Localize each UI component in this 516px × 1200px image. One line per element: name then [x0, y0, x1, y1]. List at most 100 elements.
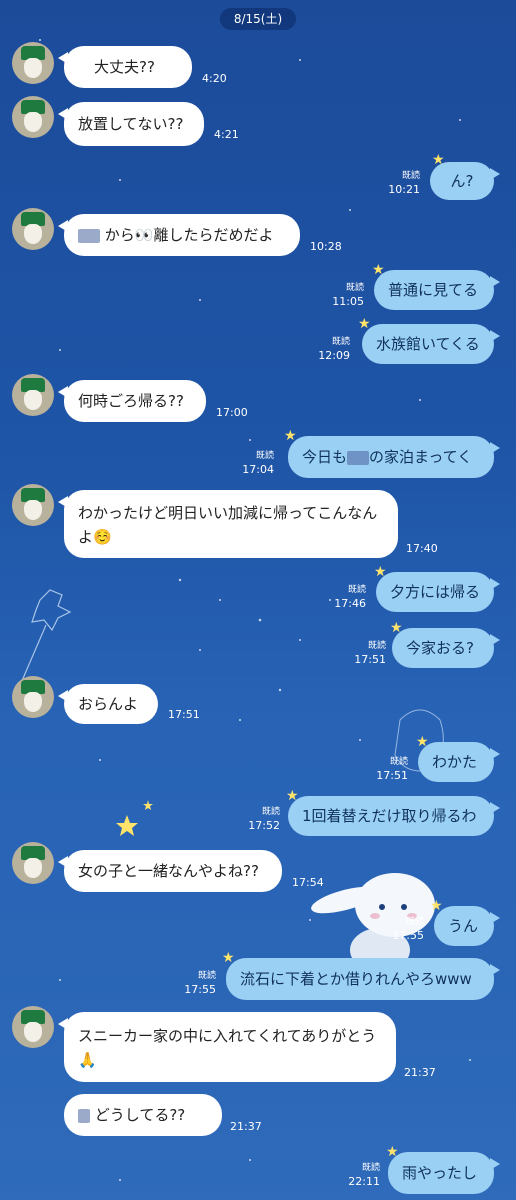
contact-avatar[interactable] — [12, 208, 54, 250]
outgoing-message[interactable]: 雨やったし — [388, 1152, 500, 1194]
message-meta: 既読 17:51 — [326, 640, 386, 666]
message-meta: 既読 17:46 — [306, 584, 366, 610]
incoming-message[interactable]: どうしてる?? — [64, 1094, 222, 1136]
message-time: 17:55 — [184, 983, 216, 996]
message-meta: 既読 17:52 — [230, 806, 280, 832]
message-text: 今日も — [302, 448, 348, 466]
message-text: 大丈夫?? — [94, 58, 155, 76]
message-time: 21:37 — [230, 1120, 262, 1133]
star-icon: ★ — [358, 316, 371, 332]
read-receipt: 既読 — [197, 971, 216, 981]
outgoing-message[interactable]: 1回着替えだけ取り帰るわ — [288, 796, 500, 836]
contact-avatar[interactable] — [12, 374, 54, 416]
star-icon: ★ — [374, 564, 387, 580]
star-icon: ★ — [284, 428, 297, 444]
message-time: 17:40 — [406, 542, 438, 555]
star-icon: ★ — [286, 788, 299, 804]
message-text: スニーカー家の中に入れてくれてありがとう🙏 — [78, 1027, 377, 1069]
contact-avatar[interactable] — [12, 1006, 54, 1048]
message-time: 17:51 — [168, 708, 200, 721]
read-receipt: 既読 — [261, 807, 280, 817]
message-meta: 既読 17:55 — [384, 916, 424, 942]
message-text: ん? — [450, 172, 474, 190]
read-receipt: 既読 — [389, 757, 408, 767]
message-text: から👀離したらだめだよ — [104, 226, 274, 244]
read-receipt: 既読 — [405, 917, 424, 927]
read-receipt: 既読 — [361, 1163, 380, 1173]
message-time: 22:11 — [348, 1175, 380, 1188]
message-time: 17:52 — [248, 819, 280, 832]
message-time: 4:20 — [202, 72, 227, 85]
message-time: 17:55 — [392, 929, 424, 942]
message-text: どうしてる?? — [94, 1106, 186, 1124]
outgoing-message[interactable]: 今家おる? — [392, 628, 500, 668]
contact-avatar[interactable] — [12, 676, 54, 718]
star-icon: ★ — [430, 898, 443, 914]
read-receipt: 既読 — [255, 451, 274, 461]
read-receipt: 既読 — [345, 283, 364, 293]
star-icon: ★ — [386, 1144, 399, 1160]
message-text: 夕方には帰る — [390, 583, 481, 601]
contact-avatar[interactable] — [12, 484, 54, 526]
star-icon: ★ — [432, 152, 445, 168]
star-icon: ★ — [372, 262, 385, 278]
incoming-message[interactable]: 大丈夫?? — [58, 46, 192, 88]
outgoing-message[interactable]: 普通に見てる — [374, 270, 500, 310]
outgoing-message[interactable]: 今日も の家泊まってく — [288, 436, 500, 478]
read-receipt: 既読 — [331, 337, 350, 347]
message-text: 普通に見てる — [388, 281, 479, 299]
message-meta: 既読 10:21 — [360, 170, 420, 196]
message-text: 流石に下着とか借りれんやろwww — [240, 970, 472, 988]
incoming-message[interactable]: 放置してない?? — [58, 102, 204, 146]
read-receipt: 既読 — [367, 641, 386, 651]
incoming-message[interactable]: スニーカー家の中に入れてくれてありがとう🙏 — [58, 1012, 396, 1082]
message-meta: 既読 17:51 — [358, 756, 408, 782]
message-text: 1回着替えだけ取り帰るわ — [302, 807, 477, 825]
incoming-message[interactable]: から👀離したらだめだよ — [58, 214, 300, 256]
message-time: 10:21 — [388, 183, 420, 196]
read-receipt: 既読 — [347, 585, 366, 595]
star-icon: ★ — [390, 620, 403, 636]
contact-avatar[interactable] — [12, 96, 54, 138]
outgoing-message[interactable]: わかた — [418, 742, 500, 782]
message-time: 11:05 — [332, 295, 364, 308]
message-text: わかた — [432, 753, 478, 771]
message-time: 17:51 — [376, 769, 408, 782]
message-time: 17:54 — [292, 876, 324, 889]
message-text: 水族館いてくる — [376, 335, 480, 353]
message-time: 4:21 — [214, 128, 239, 141]
message-text: おらんよ — [78, 695, 139, 713]
read-receipt: 既読 — [401, 171, 420, 181]
message-meta: 既読 22:11 — [330, 1162, 380, 1188]
star-icon: ★ — [416, 734, 429, 750]
outgoing-message[interactable]: 流石に下着とか借りれんやろwww — [226, 958, 500, 1000]
message-meta: 既読 17:04 — [224, 450, 274, 476]
incoming-message[interactable]: 女の子と一緒なんやよね?? — [58, 850, 282, 892]
message-time: 21:37 — [404, 1066, 436, 1079]
message-time: 17:04 — [242, 463, 274, 476]
redacted-block — [78, 1108, 90, 1123]
star-icon: ★ — [222, 950, 235, 966]
outgoing-message[interactable]: 水族館いてくる — [362, 324, 500, 364]
incoming-message[interactable]: わかったけど明日いい加減に帰ってこんなんよ☺️ — [58, 490, 398, 558]
message-meta: 既読 11:05 — [304, 282, 364, 308]
message-time: 12:09 — [318, 349, 350, 362]
message-text: 雨やったし — [402, 1164, 478, 1182]
date-badge: 8/15(土) — [220, 8, 296, 30]
contact-avatar[interactable] — [12, 842, 54, 884]
contact-avatar[interactable] — [12, 42, 54, 84]
message-time: 17:46 — [334, 597, 366, 610]
incoming-message[interactable]: おらんよ — [58, 684, 158, 724]
message-text: の家泊まってく — [369, 448, 473, 466]
message-text: わかったけど明日いい加減に帰ってこんなんよ☺️ — [78, 504, 378, 546]
message-text: うん — [448, 917, 479, 935]
redacted-block — [347, 450, 370, 465]
outgoing-message[interactable]: うん — [434, 906, 500, 946]
incoming-message[interactable]: 何時ごろ帰る?? — [58, 380, 206, 422]
message-text: 女の子と一緒なんやよね?? — [78, 862, 259, 880]
outgoing-message[interactable]: 夕方には帰る — [376, 572, 500, 612]
message-time: 17:51 — [354, 653, 386, 666]
message-meta: 既読 12:09 — [290, 336, 350, 362]
redacted-block — [78, 228, 100, 243]
message-time: 10:28 — [310, 240, 342, 253]
